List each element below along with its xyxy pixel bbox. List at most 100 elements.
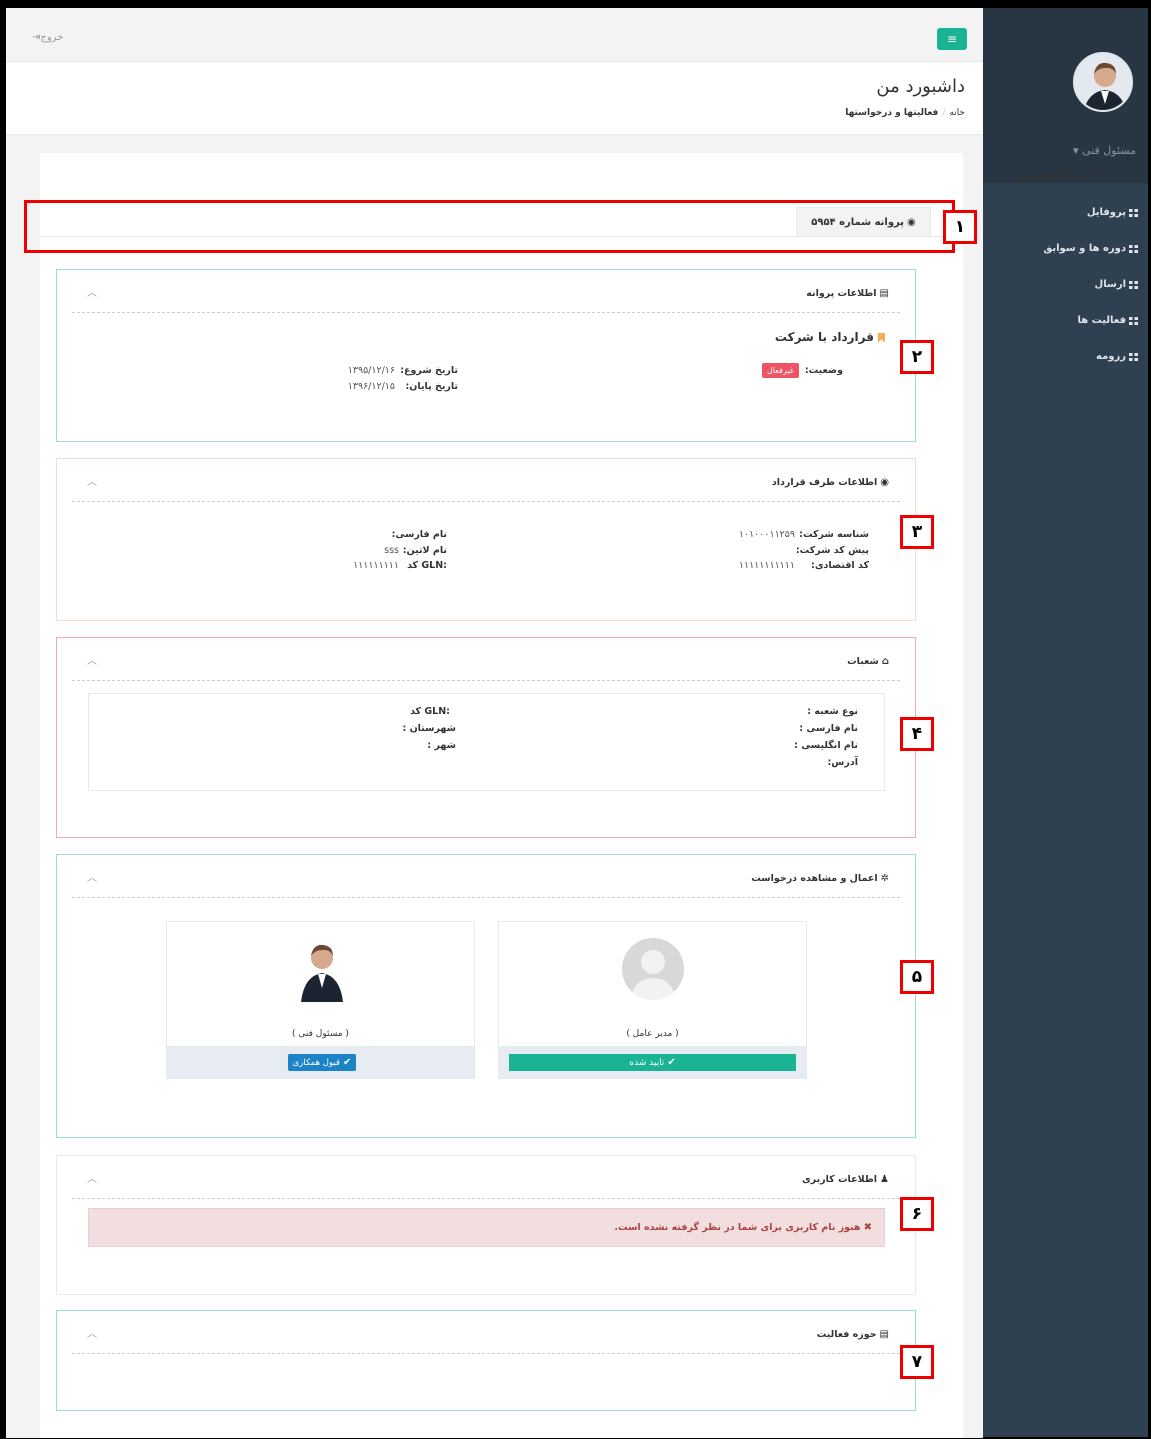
- panel-title: ▤حوزه فعالیت: [816, 1329, 889, 1340]
- breadcrumb: خانه/فعالیتها و درخواستها: [845, 108, 965, 118]
- highlight-box: [24, 200, 955, 253]
- panel-branches: ⌂شعبات ︿ نوع شعبه : نام فارسی : نام انگل…: [56, 637, 916, 838]
- branch-city-label: شهر :: [427, 740, 456, 751]
- ceo-card: ( مدیر عامل ) ✔تایید شده: [498, 921, 807, 1079]
- panel-title: ▤اطلاعات پروانه: [806, 288, 889, 299]
- user-role-dropdown[interactable]: مسئول فنی ▾: [1073, 144, 1136, 157]
- sidebar-item-activities[interactable]: فعالیت ها: [983, 303, 1138, 339]
- panel-activity: ▤حوزه فعالیت ︿: [56, 1310, 916, 1411]
- check-circle-icon: ✔: [667, 1057, 676, 1068]
- branch-name-fa-label: نام فارسی :: [799, 723, 858, 734]
- ceo-caption: ( مدیر عامل ): [626, 1029, 679, 1039]
- bookmark-icon: [878, 332, 885, 343]
- user-icon: ♟: [880, 1174, 889, 1185]
- end-date-value: ۱۳۹۶/۱۲/۱۵: [347, 381, 395, 392]
- prefix-label: پیش کد شرکت:: [795, 545, 869, 556]
- chevron-up-icon[interactable]: ︿: [87, 869, 97, 884]
- close-icon: ✖: [863, 1222, 872, 1233]
- sidebar-profile: مسئول فنی ▾: [983, 8, 1148, 183]
- branch-gln-label: کد GLN:: [410, 706, 450, 717]
- sidebar-item-courses[interactable]: دوره ها و سوابق: [983, 231, 1138, 267]
- grid-icon: [1129, 353, 1138, 361]
- breadcrumb-current: فعالیتها و درخواستها: [845, 108, 939, 118]
- marker-6: ۶: [900, 1197, 934, 1231]
- tech-caption: ( مسئول فنی ): [292, 1029, 349, 1039]
- breadcrumb-separator: /: [942, 108, 946, 118]
- file-text-icon: ▤: [879, 288, 889, 299]
- page-heading: داشبورد من خانه/فعالیتها و درخواستها: [6, 62, 983, 135]
- divider: [72, 501, 900, 502]
- avatar-placeholder: [622, 938, 684, 1000]
- name-fa-label: نام فارسی:: [391, 529, 447, 540]
- economic-code-value: ۱۱۱۱۱۱۱۱۱۱۱: [738, 560, 795, 571]
- divider: [72, 680, 900, 681]
- chevron-up-icon[interactable]: ︿: [87, 1325, 97, 1340]
- economic-code-label: کد اقتصادی:: [811, 560, 869, 571]
- sidebar-item-profile[interactable]: پروفایل: [983, 195, 1138, 231]
- divider: [72, 1353, 900, 1354]
- licenses-title: ▤پروانه های من: [1015, 170, 1099, 181]
- top-navbar: ⇥خروج ≡: [6, 8, 983, 62]
- name-latin-label: نام لاتین:: [402, 545, 447, 556]
- divider: [72, 1198, 900, 1199]
- end-date-label: تاریخ پایان:: [405, 381, 458, 392]
- card-footer: ✔قبول همکاری: [167, 1046, 474, 1078]
- start-date-value: ۱۳۹۵/۱۲/۱۶: [347, 365, 395, 376]
- start-date-label: تاریخ شروع:: [400, 365, 458, 376]
- contract-title: قرارداد با شرکت: [775, 330, 885, 344]
- company-id-value: ۱۰۱۰۰۰۱۱۲۵۹: [738, 529, 795, 540]
- sidebar: مسئول فنی ▾ پروفایل دوره ها و سوابق ارسا…: [983, 8, 1148, 1437]
- page-title: داشبورد من: [876, 76, 965, 97]
- name-latin-value: sss: [384, 545, 399, 556]
- avatar: [299, 936, 345, 1002]
- panel-user-info: ♟اطلاعات کاربری ︿ ✖هنوز نام کاربری برای …: [56, 1155, 916, 1295]
- panel-license-info: ▤اطلاعات پروانه ︿ قرارداد با شرکت وضعیت:…: [56, 269, 916, 442]
- grid-icon: [1129, 281, 1138, 289]
- branch-address-label: آدرس:: [827, 757, 858, 768]
- marker-2: ۲: [900, 340, 934, 374]
- marker-1: ۱: [943, 210, 977, 244]
- chevron-up-icon[interactable]: ︿: [87, 473, 97, 488]
- sitemap-icon: ⌂: [881, 656, 889, 667]
- gear-icon: ✲: [880, 873, 889, 884]
- error-alert: ✖هنوز نام کاربری برای شما در نظر گرفته ن…: [88, 1208, 885, 1247]
- panel-title: ⌂شعبات: [847, 656, 889, 667]
- avatar[interactable]: [1073, 52, 1133, 112]
- bars-icon: ≡: [946, 32, 958, 46]
- marker-4: ۴: [900, 717, 934, 751]
- status-badge: غیرفعال: [762, 363, 799, 378]
- company-id-label: شناسه شرکت:: [799, 529, 869, 540]
- card-footer: ✔تایید شده: [499, 1046, 806, 1078]
- tech-card: ( مسئول فنی ) ✔قبول همکاری: [166, 921, 475, 1079]
- chevron-up-icon[interactable]: ︿: [87, 284, 97, 299]
- breadcrumb-home[interactable]: خانه: [949, 108, 965, 118]
- panel-actions: ✲اعمال و مشاهده درخواست ︿ ( مدیر عامل ) …: [56, 854, 916, 1138]
- sidebar-item-resume[interactable]: رزومه: [983, 339, 1138, 375]
- check-icon: ✔: [342, 1057, 352, 1068]
- branch-card: نوع شعبه : نام فارسی : نام انگلیسی : آدر…: [88, 693, 885, 791]
- panel-title: ♟اطلاعات کاربری: [801, 1174, 889, 1185]
- chevron-up-icon[interactable]: ︿: [87, 652, 97, 667]
- gln-label: کد GLN:: [407, 560, 447, 571]
- grid-icon: [1129, 245, 1138, 253]
- marker-3: ۳: [900, 515, 934, 549]
- divider: [72, 312, 900, 313]
- sidebar-toggle-button[interactable]: ≡: [937, 28, 967, 50]
- logout-link[interactable]: ⇥خروج: [32, 32, 63, 43]
- chevron-up-icon[interactable]: ︿: [87, 1170, 97, 1185]
- gln-value: ۱۱۱۱۱۱۱۱۱: [353, 560, 399, 571]
- sidebar-item-send[interactable]: ارسال: [983, 267, 1138, 303]
- divider: [72, 897, 900, 898]
- branch-county-label: شهرستان :: [402, 723, 456, 734]
- file-icon: ▤: [1089, 170, 1099, 181]
- eye-icon: ◉: [880, 477, 889, 488]
- accept-cooperation-button[interactable]: ✔قبول همکاری: [288, 1054, 356, 1071]
- branch-type-label: نوع شعبه :: [807, 706, 858, 717]
- status-label: وضعیت:: [804, 365, 843, 376]
- grid-icon: [1129, 209, 1138, 217]
- panel-title: ◉اطلاعات طرف قرارداد: [771, 477, 889, 488]
- approved-button[interactable]: ✔تایید شده: [509, 1054, 796, 1071]
- branch-name-en-label: نام انگلیسی :: [794, 740, 858, 751]
- list-icon: ▤: [879, 1329, 889, 1340]
- sidebar-menu: پروفایل دوره ها و سوابق ارسال فعالیت ها …: [983, 195, 1148, 375]
